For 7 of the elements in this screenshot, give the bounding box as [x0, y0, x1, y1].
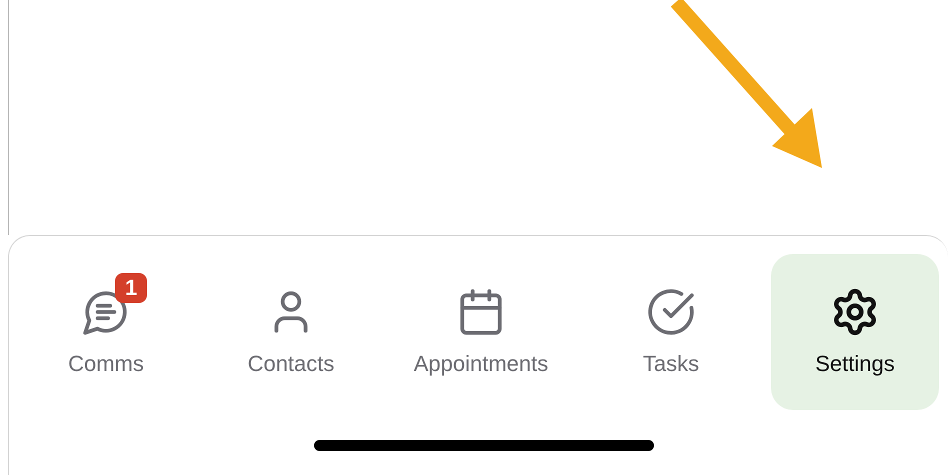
tab[interactable]: Tasks — [571, 254, 771, 410]
notification-badge: 1 — [115, 273, 148, 304]
tab[interactable]: Settings — [771, 254, 939, 410]
tab[interactable]: 1 Comms — [21, 254, 191, 410]
check-circle-icon — [646, 287, 696, 337]
tab[interactable]: Appointments — [391, 254, 571, 410]
tab[interactable]: Contacts — [191, 254, 391, 410]
